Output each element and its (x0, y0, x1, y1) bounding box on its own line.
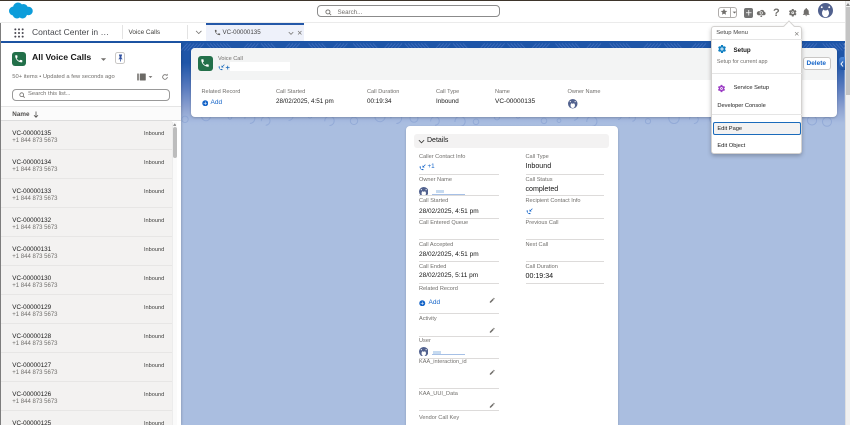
svg-text:?: ? (773, 7, 780, 19)
